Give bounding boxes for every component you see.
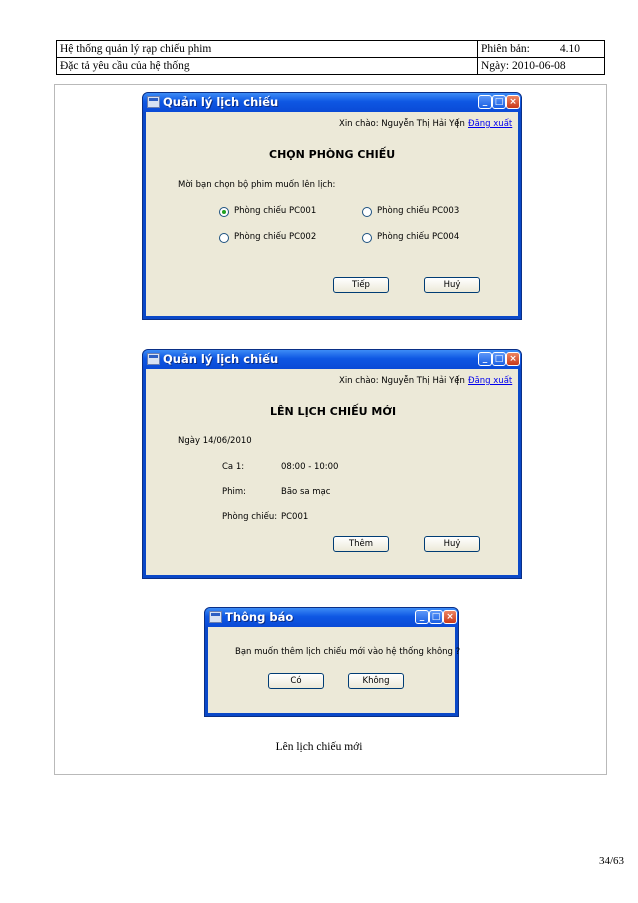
movie-label: Phim: — [222, 487, 247, 497]
room-value: PC001 — [281, 512, 309, 522]
shift-label: Ca 1: — [222, 462, 245, 472]
room-radio-pc003[interactable] — [362, 207, 372, 217]
app-icon — [147, 96, 160, 108]
date-label: Ngày: — [481, 60, 510, 72]
close-icon[interactable]: × — [443, 610, 457, 624]
prompt-text: Mời bạn chọn bộ phim muốn lên lịch: — [178, 180, 336, 190]
cancel-button[interactable]: Huỷ — [424, 277, 480, 293]
maximize-icon[interactable]: □ — [429, 610, 443, 624]
room-label: Phòng chiếu: — [222, 512, 278, 522]
system-name: Hệ thống quản lý rạp chiếu phim — [56, 40, 478, 58]
logout-link[interactable]: Đăng xuất — [468, 119, 512, 130]
minimize-icon[interactable]: _ — [478, 352, 492, 366]
dialog-body: Bạn muốn thêm lịch chiếu mới vào hệ thốn… — [208, 627, 460, 713]
next-button[interactable]: Tiếp — [333, 277, 389, 293]
app-icon — [147, 353, 160, 365]
movie-value: Bão sa mạc — [281, 487, 331, 497]
separator: | — [456, 376, 459, 386]
title-bar[interactable]: Thông báo _ □ × — [205, 608, 458, 627]
title-bar[interactable]: Quản lý lịch chiếu _ □ × — [143, 93, 521, 112]
document-title: Đặc tả yêu cầu của hệ thống — [56, 57, 478, 75]
shift-value: 08:00 - 10:00 — [281, 462, 339, 472]
dialog-title: Thông báo — [225, 610, 294, 624]
version-value: 4.10 — [559, 43, 580, 55]
room-radio-pc004[interactable] — [362, 233, 372, 243]
add-button[interactable]: Thêm — [333, 536, 389, 552]
dialog-message: Bạn muốn thêm lịch chiếu mới vào hệ thốn… — [235, 647, 461, 657]
document-header: Hệ thống quản lý rạp chiếu phim Phiên bả… — [56, 40, 605, 75]
title-bar[interactable]: Quản lý lịch chiếu _ □ × — [143, 350, 521, 369]
maximize-icon[interactable]: □ — [492, 95, 506, 109]
page-heading: CHỌN PHÒNG CHIẾU — [269, 148, 396, 161]
cancel-button[interactable]: Huỷ — [424, 536, 480, 552]
version-label: Phiên bản: — [481, 43, 530, 55]
page-heading: LÊN LỊCH CHIẾU MỚI — [270, 405, 397, 418]
page-number: 34/63 — [598, 855, 624, 867]
figure-caption: Lên lịch chiếu mới — [275, 741, 363, 753]
room-label-pc001: Phòng chiếu PC001 — [234, 206, 317, 216]
window-body: Xin chào: Nguyễn Thị Hải Yến | Đăng xuất… — [146, 112, 518, 316]
app-icon — [209, 611, 222, 623]
yes-button[interactable]: Có — [268, 673, 324, 689]
maximize-icon[interactable]: □ — [492, 352, 506, 366]
room-label-pc003: Phòng chiếu PC003 — [377, 206, 460, 216]
room-radio-pc002[interactable] — [219, 233, 229, 243]
room-label-pc002: Phòng chiếu PC002 — [234, 232, 317, 242]
separator: | — [456, 119, 459, 129]
confirm-dialog: Thông báo _ □ × Bạn muốn thêm lịch chiếu… — [204, 607, 460, 717]
logout-link[interactable]: Đăng xuất — [468, 376, 512, 387]
schedule-date: Ngày 14/06/2010 — [178, 436, 252, 446]
close-icon[interactable]: × — [506, 95, 520, 109]
window-title: Quản lý lịch chiếu — [163, 95, 279, 109]
greeting-text: Xin chào: Nguyễn Thị Hải Yến — [339, 119, 465, 129]
window-title: Quản lý lịch chiếu — [163, 352, 279, 366]
new-schedule-window: Quản lý lịch chiếu _ □ × Xin chào: Nguyễ… — [142, 349, 522, 579]
room-label-pc004: Phòng chiếu PC004 — [377, 232, 460, 242]
choose-room-window: Quản lý lịch chiếu _ □ × Xin chào: Nguyễ… — [142, 92, 522, 320]
room-radio-pc001[interactable] — [219, 207, 229, 217]
window-body: Xin chào: Nguyễn Thị Hải Yến | Đăng xuất… — [146, 369, 518, 575]
no-button[interactable]: Không — [348, 673, 404, 689]
greeting-text: Xin chào: Nguyễn Thị Hải Yến — [339, 376, 465, 386]
minimize-icon[interactable]: _ — [478, 95, 492, 109]
date-value: 2010-06-08 — [511, 60, 566, 72]
close-icon[interactable]: × — [506, 352, 520, 366]
minimize-icon[interactable]: _ — [415, 610, 429, 624]
